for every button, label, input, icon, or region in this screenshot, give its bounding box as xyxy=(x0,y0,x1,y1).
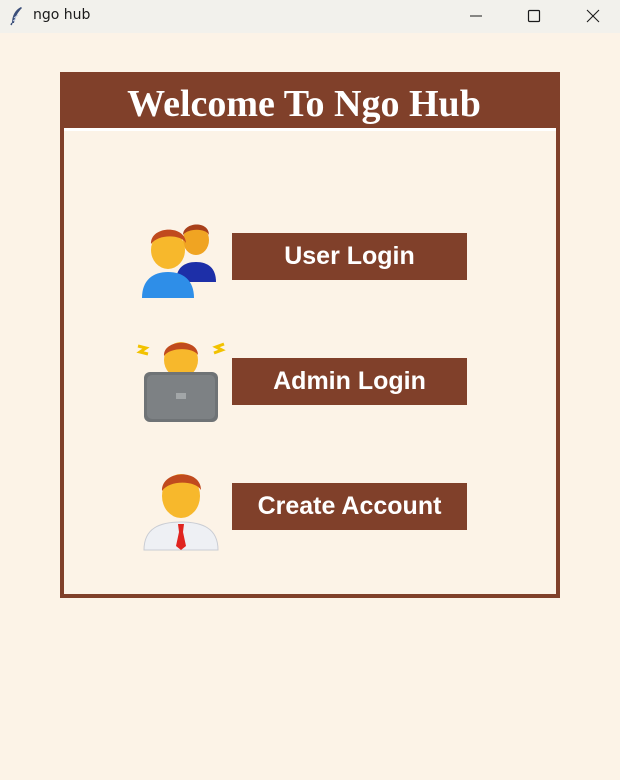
admin-laptop-icon xyxy=(136,342,226,422)
minimize-icon xyxy=(470,15,482,17)
create-account-button[interactable]: Create Account xyxy=(232,483,467,530)
feather-icon xyxy=(9,6,25,26)
window-title: ngo hub xyxy=(33,7,91,23)
window-titlebar: ngo hub xyxy=(0,0,620,33)
welcome-panel: Welcome To Ngo Hub User Login Admin Logi… xyxy=(60,72,560,598)
maximize-icon xyxy=(527,9,541,23)
page-title: Welcome To Ngo Hub xyxy=(127,83,481,125)
close-icon xyxy=(586,9,600,23)
admin-login-button[interactable]: Admin Login xyxy=(232,358,467,405)
businessman-icon xyxy=(143,474,219,551)
user-login-button[interactable]: User Login xyxy=(232,233,467,280)
maximize-button[interactable] xyxy=(511,0,557,33)
close-button[interactable] xyxy=(570,0,616,33)
minimize-button[interactable] xyxy=(453,0,499,33)
header-banner: Welcome To Ngo Hub xyxy=(64,76,556,131)
users-icon xyxy=(142,224,216,298)
